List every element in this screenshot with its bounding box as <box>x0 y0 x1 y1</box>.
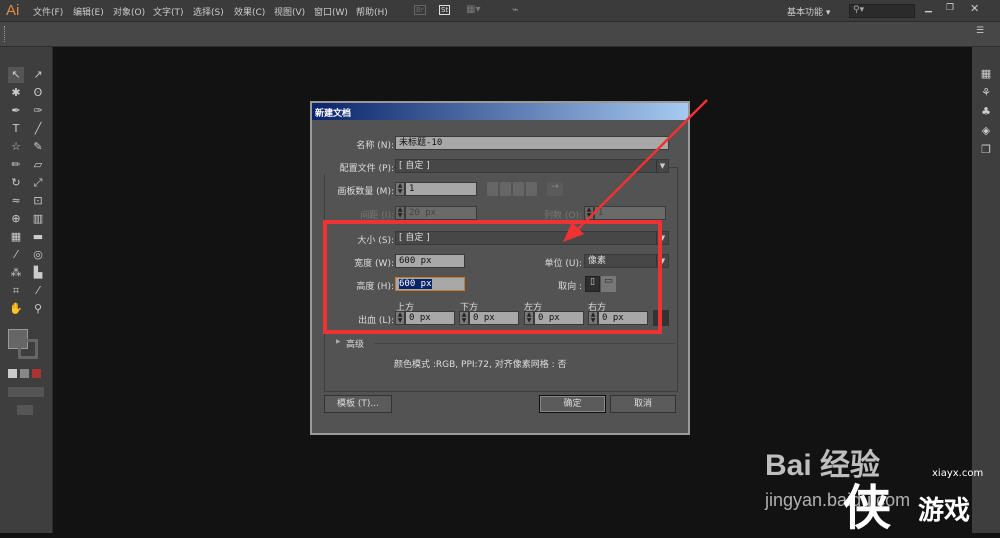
site-watermark: xiayx.com <box>932 468 984 479</box>
site-logo-icon: 侠 <box>843 480 892 536</box>
site-name-watermark: 游戏 <box>918 496 971 526</box>
